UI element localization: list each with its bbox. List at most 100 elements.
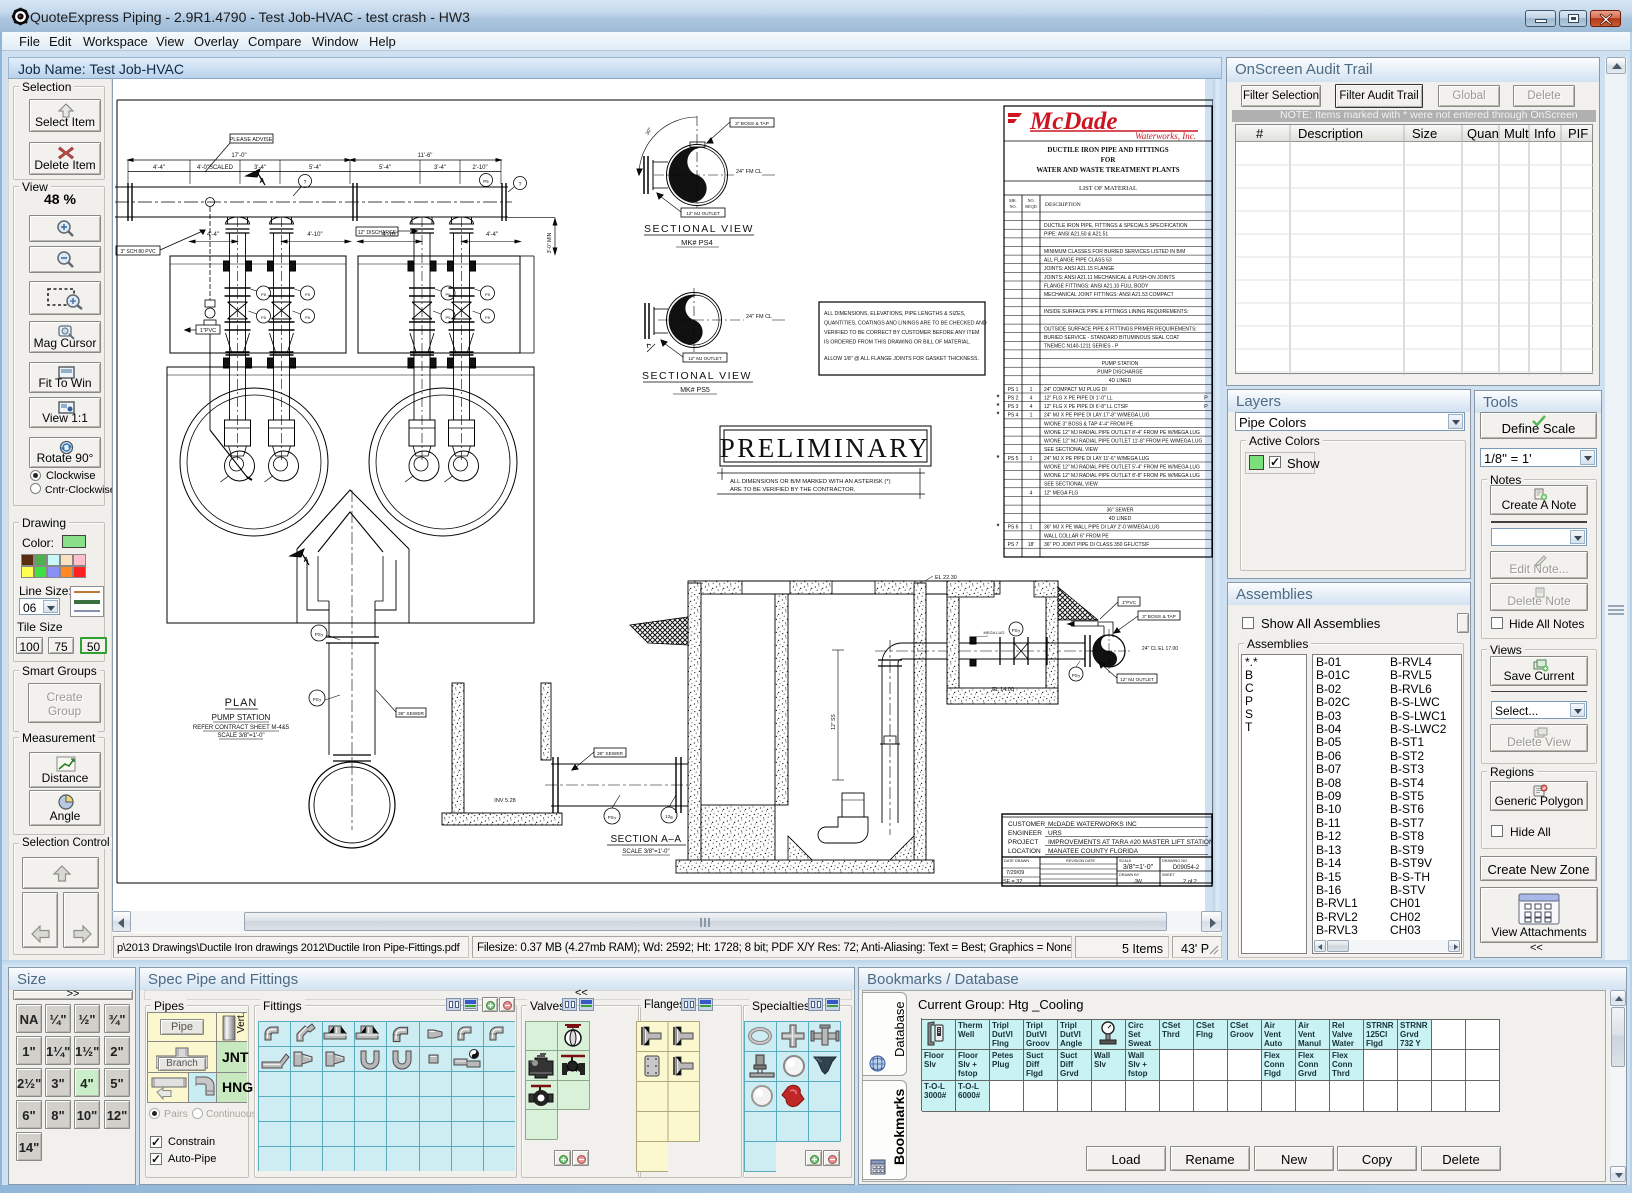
svg-text:PROJECT: PROJECT	[1008, 839, 1038, 846]
svg-text:OUTSIDE SURFACE PIPE & FITTING: OUTSIDE SURFACE PIPE & FITTINGS PRIMER R…	[1044, 327, 1197, 333]
svg-text:PS?: PS?	[1072, 673, 1081, 679]
svg-text:PUMP STATION: PUMP STATION	[212, 713, 271, 722]
svg-text:1: 1	[1030, 387, 1033, 393]
svg-text:ALLOW 1/8" @ ALL FLANGE JOINTS: ALLOW 1/8" @ ALL FLANGE JOINTS FOR GASKE…	[824, 356, 979, 362]
svg-text:CUSTOMER: CUSTOMER	[1008, 821, 1045, 828]
svg-text:PS 2: PS 2	[1008, 395, 1019, 401]
svg-text:18': 18'	[1028, 542, 1035, 548]
svg-text:4'-4": 4'-4"	[153, 165, 165, 171]
svg-text:P5: P5	[483, 179, 489, 184]
svg-text:DUCTILE IRON PIPE AND FITT: DUCTILE IRON PIPE AND FITTINGS	[1047, 146, 1168, 154]
svg-text:SECTIONAL VIEW: SECTIONAL VIEW	[642, 370, 752, 382]
svg-text:WATER AND WASTE TREATMENT: WATER AND WASTE TREATMENT PLANTS	[1036, 166, 1179, 174]
svg-text:NO.: NO.	[1009, 204, 1016, 209]
svg-text:IMPROVEMENTS AT TARA #20 MASTE: IMPROVEMENTS AT TARA #20 MASTER LIFT STA…	[1048, 839, 1213, 846]
svg-text:P5: P5	[305, 315, 311, 320]
svg-text:PS?: PS?	[315, 632, 324, 638]
svg-text:?: ?	[304, 180, 307, 186]
svg-text:MK# PS5: MK# PS5	[680, 387, 710, 394]
svg-text:W/ONE 12" MJ RADIAL PIPE OUTLE: W/ONE 12" MJ RADIAL PIPE OUTLET 8'-4" FR…	[1044, 430, 1200, 436]
svg-text:4D LINED: 4D LINED	[1109, 378, 1132, 384]
svg-text:W/ONE 12" MJ RADIAL PIPE OUTLE: W/ONE 12" MJ RADIAL PIPE OUTLET 8'-8" FR…	[1044, 473, 1200, 479]
svg-text:ALL DIMENSIONS, ELEVATIONS, P: ALL DIMENSIONS, ELEVATIONS, PIPE LENGTHS…	[824, 311, 965, 317]
svg-text:4'-0"SCALED: 4'-0"SCALED	[197, 165, 234, 171]
svg-text:PS 4: PS 4	[1008, 413, 1019, 419]
svg-text:*: *	[997, 403, 1000, 410]
svg-text:SCALE: SCALE	[1119, 859, 1132, 863]
svg-text:4'-10": 4'-10"	[382, 232, 397, 238]
svg-text:P5: P5	[261, 292, 267, 297]
svg-text:4'-10": 4'-10"	[307, 232, 322, 238]
svg-text:PIPE: ANSI A21.50 & A21.51: PIPE: ANSI A21.50 & A21.51	[1044, 232, 1108, 238]
svg-text:A: A	[303, 557, 308, 564]
svg-text:36" SEWER: 36" SEWER	[1106, 508, 1133, 514]
svg-text:MEGA LUG: MEGA LUG	[984, 630, 1005, 635]
svg-text:4'-4": 4'-4"	[207, 232, 219, 238]
svg-text:3/8"=1'-0": 3/8"=1'-0"	[1123, 864, 1154, 871]
svg-text:DUCTILE IRON PIPE, FITTINGS &: DUCTILE IRON PIPE, FITTINGS & SPECIALS S…	[1044, 223, 1188, 229]
svg-text:36" SEWER: 36" SEWER	[398, 711, 424, 717]
svg-text:JW: JW	[1134, 879, 1143, 885]
svg-text:1"PVC: 1"PVC	[1122, 600, 1137, 606]
svg-text:36" PO JOINT PIPE DI CLASS 350: 36" PO JOINT PIPE DI CLASS 350 GFL/CTSIF	[1044, 542, 1149, 548]
svg-text:REFER CONTRACT SHEET M-4&5: REFER CONTRACT SHEET M-4&5	[193, 725, 290, 731]
svg-text:ALL DIMENSIONS OR B/M MARKED W: ALL DIMENSIONS OR B/M MARKED WITH AN AST…	[730, 479, 891, 485]
svg-text:30°: 30°	[645, 127, 654, 137]
svg-text:NO.: NO.	[1027, 198, 1034, 203]
svg-text:3" SCH 80 PVC: 3" SCH 80 PVC	[120, 249, 156, 255]
svg-text:11'-6": 11'-6"	[418, 153, 433, 159]
svg-text:ALL FLANGE PIPE CLASS 53: ALL FLANGE PIPE CLASS 53	[1044, 258, 1112, 264]
svg-text:?: ?	[519, 182, 522, 188]
svg-text:EL 22.30: EL 22.30	[935, 575, 957, 581]
svg-text:24" FM CL: 24" FM CL	[736, 169, 762, 175]
svg-text:PS 5: PS 5	[1008, 456, 1019, 462]
svg-text:2 of 2: 2 of 2	[1183, 879, 1197, 885]
svg-text:4D LINED: 4D LINED	[1109, 516, 1132, 522]
svg-text:4'-4": 4'-4"	[486, 232, 498, 238]
svg-text:INV 5.28: INV 5.28	[494, 798, 515, 804]
svg-text:Waterworks, Inc.: Waterworks, Inc.	[1135, 131, 1196, 141]
svg-text:JOINTS: ANSI A21.15 FLANGE: JOINTS: ANSI A21.15 FLANGE	[1044, 266, 1115, 272]
svg-text:PS?: PS?	[608, 815, 617, 821]
svg-text:SEE SECTIONAL VIEW: SEE SECTIONAL VIEW	[1044, 447, 1098, 453]
svg-text:P: P	[1204, 395, 1208, 401]
svg-text:3'-0" MIN: 3'-0" MIN	[547, 232, 553, 253]
svg-text:SEE SECTIONAL VIEW: SEE SECTIONAL VIEW	[1044, 482, 1098, 488]
svg-text:12" MJ OUTLET: 12" MJ OUTLET	[686, 211, 720, 216]
svg-text:MANATEE COUNTY FLORIDA: MANATEE COUNTY FLORIDA	[1048, 848, 1139, 855]
svg-text:D09054-2: D09054-2	[1173, 865, 1200, 871]
svg-text:1: 1	[1030, 525, 1033, 531]
svg-text:*: *	[997, 524, 1000, 531]
svg-text:DRAWING NO.: DRAWING NO.	[1162, 859, 1188, 863]
svg-text:PLEASE ADVISE: PLEASE ADVISE	[230, 137, 273, 143]
svg-text:24" CL EL 17.00: 24" CL EL 17.00	[1142, 646, 1178, 652]
svg-text:W/ONE 3" BOSS & TAP 4'-4" FROM: W/ONE 3" BOSS & TAP 4'-4" FROM PE	[1044, 421, 1134, 427]
svg-text:2'-10": 2'-10"	[472, 165, 487, 171]
svg-text:17'-0": 17'-0"	[231, 153, 246, 159]
svg-text:P5: P5	[485, 292, 491, 297]
svg-text:P5: P5	[261, 315, 267, 320]
svg-text:4: 4	[1030, 395, 1033, 401]
svg-text:URS: URS	[1048, 830, 1062, 837]
svg-text:SECTIONAL VIEW: SECTIONAL VIEW	[644, 223, 754, 235]
svg-text:REVISION DATE: REVISION DATE	[1066, 859, 1096, 863]
svg-text:FOR: FOR	[1101, 156, 1117, 164]
svg-text:SCALE 3/8"=1'-0": SCALE 3/8"=1'-0"	[217, 733, 264, 739]
svg-text:24" MJ X PE PIPE DI LAY 11'-6": 24" MJ X PE PIPE DI LAY 11'-6" W/MEGA LU…	[1044, 456, 1149, 462]
svg-text:WALL COLLAR 6" FROM PE: WALL COLLAR 6" FROM PE	[1044, 533, 1109, 539]
svg-text:TNEMEC N140-1211 SERIES - P: TNEMEC N140-1211 SERIES - P	[1044, 344, 1119, 350]
svg-text:ARE TO BE VERIFIED BY THE CONT: ARE TO BE VERIFIED BY THE CONTRACTOR.	[730, 487, 856, 493]
svg-text:MINIMUM CLASSES FOR BURIED SER: MINIMUM CLASSES FOR BURIED SERVICES LIST…	[1044, 249, 1185, 255]
svg-text:12" FLG X PE PIPE DI 1'-0" LL: 12" FLG X PE PIPE DI 1'-0" LL	[1044, 395, 1113, 401]
svg-text:PS 3: PS 3	[1008, 404, 1019, 410]
svg-text:SCALE 3/8"=1'-0": SCALE 3/8"=1'-0"	[622, 849, 669, 855]
svg-text:SECTION A–A: SECTION A–A	[610, 834, 681, 845]
svg-text:12" MEGA FLG: 12" MEGA FLG	[1044, 490, 1078, 496]
svg-text:36" SEWER: 36" SEWER	[597, 751, 623, 757]
svg-text:126: 126	[665, 814, 673, 820]
svg-text:PS 6: PS 6	[1008, 525, 1019, 531]
svg-text:P5: P5	[305, 292, 311, 297]
svg-text:SF = 32: SF = 32	[1003, 879, 1022, 885]
svg-text:PS?: PS?	[313, 697, 322, 703]
svg-text:MK# PS4: MK# PS4	[681, 238, 713, 247]
